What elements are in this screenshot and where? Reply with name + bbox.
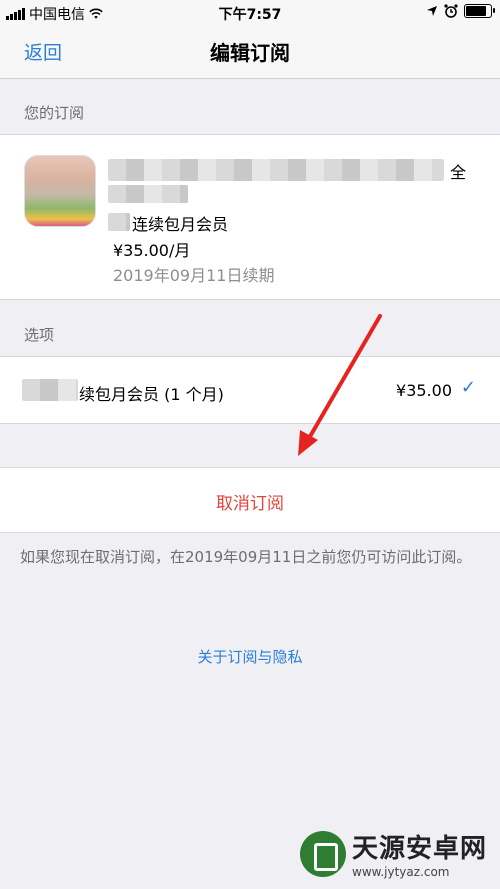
annotation-arrow — [298, 314, 382, 456]
watermark-logo-icon — [300, 830, 346, 877]
watermark-url: www.jytyaz.com — [352, 865, 450, 879]
watermark: 天源安卓网 www.jytyaz.com — [300, 828, 487, 879]
watermark-title: 天源安卓网 — [352, 834, 488, 864]
